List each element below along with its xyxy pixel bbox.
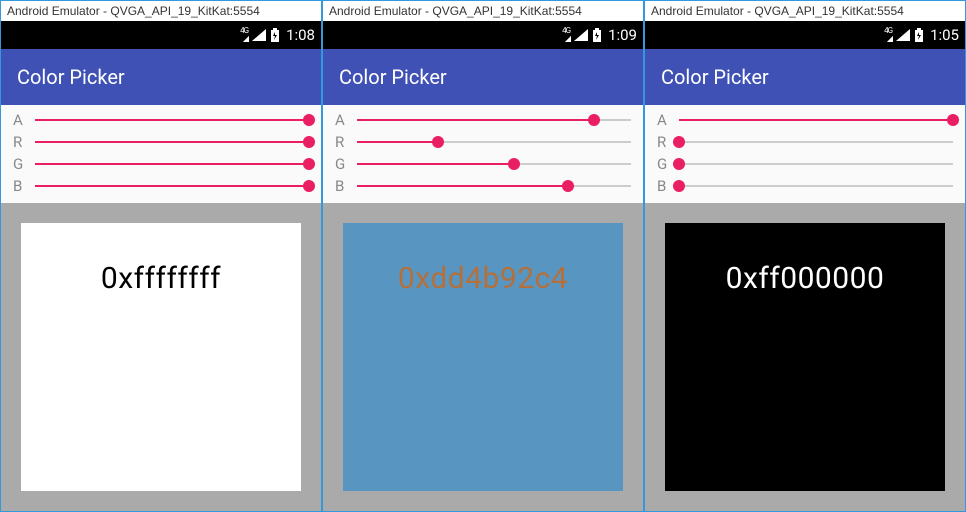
slider-label: G <box>335 155 349 173</box>
slider-label: G <box>657 155 671 173</box>
window-title: Android Emulator - QVGA_API_19_KitKat:55… <box>1 1 321 21</box>
alpha-slider[interactable] <box>357 112 631 128</box>
slider-thumb-icon[interactable] <box>673 136 685 148</box>
slider-row-green: G <box>335 153 631 175</box>
preview-area: 0xffffffff <box>1 203 321 511</box>
slider-label: G <box>13 155 27 173</box>
slider-row-green: G <box>657 153 953 175</box>
emulator-window: Android Emulator - QVGA_API_19_KitKat:55… <box>644 0 966 512</box>
hex-value: 0xff000000 <box>726 261 885 491</box>
slider-thumb-icon[interactable] <box>508 158 520 170</box>
slider-label: R <box>335 133 349 151</box>
slider-thumb-icon[interactable] <box>673 158 685 170</box>
slider-row-alpha: A <box>657 109 953 131</box>
slider-panel: A R G B <box>1 105 321 203</box>
preview-area: 0xdd4b92c4 <box>323 203 643 511</box>
slider-row-green: G <box>13 153 309 175</box>
battery-charging-icon <box>914 28 924 42</box>
battery-charging-icon <box>592 28 602 42</box>
emulator-window: Android Emulator - QVGA_API_19_KitKat:55… <box>0 0 322 512</box>
slider-row-blue: B <box>13 175 309 197</box>
green-slider[interactable] <box>679 156 953 172</box>
slider-thumb-icon[interactable] <box>303 158 315 170</box>
window-title: Android Emulator - QVGA_API_19_KitKat:55… <box>323 1 643 21</box>
emulator-window: Android Emulator - QVGA_API_19_KitKat:55… <box>322 0 644 512</box>
status-bar: 4G◢ 1:08 <box>1 21 321 49</box>
red-slider[interactable] <box>35 134 309 150</box>
blue-slider[interactable] <box>357 178 631 194</box>
slider-label: A <box>13 111 27 129</box>
slider-row-red: R <box>13 131 309 153</box>
slider-label: A <box>657 111 671 129</box>
signal-icon <box>574 29 588 41</box>
color-preview: 0xff000000 <box>665 223 945 491</box>
slider-row-blue: B <box>657 175 953 197</box>
slider-thumb-icon[interactable] <box>303 136 315 148</box>
slider-label: B <box>13 177 27 195</box>
window-title: Android Emulator - QVGA_API_19_KitKat:55… <box>645 1 965 21</box>
alpha-slider[interactable] <box>35 112 309 128</box>
network-4g-icon: 4G◢ <box>562 27 570 43</box>
app-title: Color Picker <box>661 65 769 89</box>
green-slider[interactable] <box>357 156 631 172</box>
slider-thumb-icon[interactable] <box>432 136 444 148</box>
status-bar: 4G◢ 1:05 <box>645 21 965 49</box>
green-slider[interactable] <box>35 156 309 172</box>
slider-thumb-icon[interactable] <box>303 180 315 192</box>
slider-panel: A R G B <box>323 105 643 203</box>
color-preview: 0xdd4b92c4 <box>343 223 623 491</box>
slider-label: R <box>13 133 27 151</box>
slider-row-alpha: A <box>13 109 309 131</box>
slider-thumb-icon[interactable] <box>303 114 315 126</box>
slider-thumb-icon[interactable] <box>947 114 959 126</box>
app-title: Color Picker <box>17 65 125 89</box>
app-bar: Color Picker <box>1 49 321 105</box>
network-4g-icon: 4G◢ <box>240 27 248 43</box>
slider-label: R <box>657 133 671 151</box>
blue-slider[interactable] <box>35 178 309 194</box>
network-4g-icon: 4G◢ <box>884 27 892 43</box>
slider-row-red: R <box>657 131 953 153</box>
color-preview: 0xffffffff <box>21 223 301 491</box>
signal-icon <box>896 29 910 41</box>
status-clock: 1:09 <box>608 26 637 44</box>
battery-charging-icon <box>270 28 280 42</box>
status-clock: 1:05 <box>930 26 959 44</box>
slider-thumb-icon[interactable] <box>588 114 600 126</box>
alpha-slider[interactable] <box>679 112 953 128</box>
slider-panel: A R G B <box>645 105 965 203</box>
status-clock: 1:08 <box>286 26 315 44</box>
slider-thumb-icon[interactable] <box>673 180 685 192</box>
app-bar: Color Picker <box>645 49 965 105</box>
red-slider[interactable] <box>679 134 953 150</box>
slider-label: B <box>335 177 349 195</box>
slider-row-blue: B <box>335 175 631 197</box>
red-slider[interactable] <box>357 134 631 150</box>
preview-area: 0xff000000 <box>645 203 965 511</box>
slider-row-red: R <box>335 131 631 153</box>
slider-label: B <box>657 177 671 195</box>
blue-slider[interactable] <box>679 178 953 194</box>
hex-value: 0xdd4b92c4 <box>398 261 568 491</box>
hex-value: 0xffffffff <box>101 261 221 491</box>
app-bar: Color Picker <box>323 49 643 105</box>
app-title: Color Picker <box>339 65 447 89</box>
signal-icon <box>252 29 266 41</box>
slider-label: A <box>335 111 349 129</box>
status-bar: 4G◢ 1:09 <box>323 21 643 49</box>
slider-thumb-icon[interactable] <box>562 180 574 192</box>
slider-row-alpha: A <box>335 109 631 131</box>
